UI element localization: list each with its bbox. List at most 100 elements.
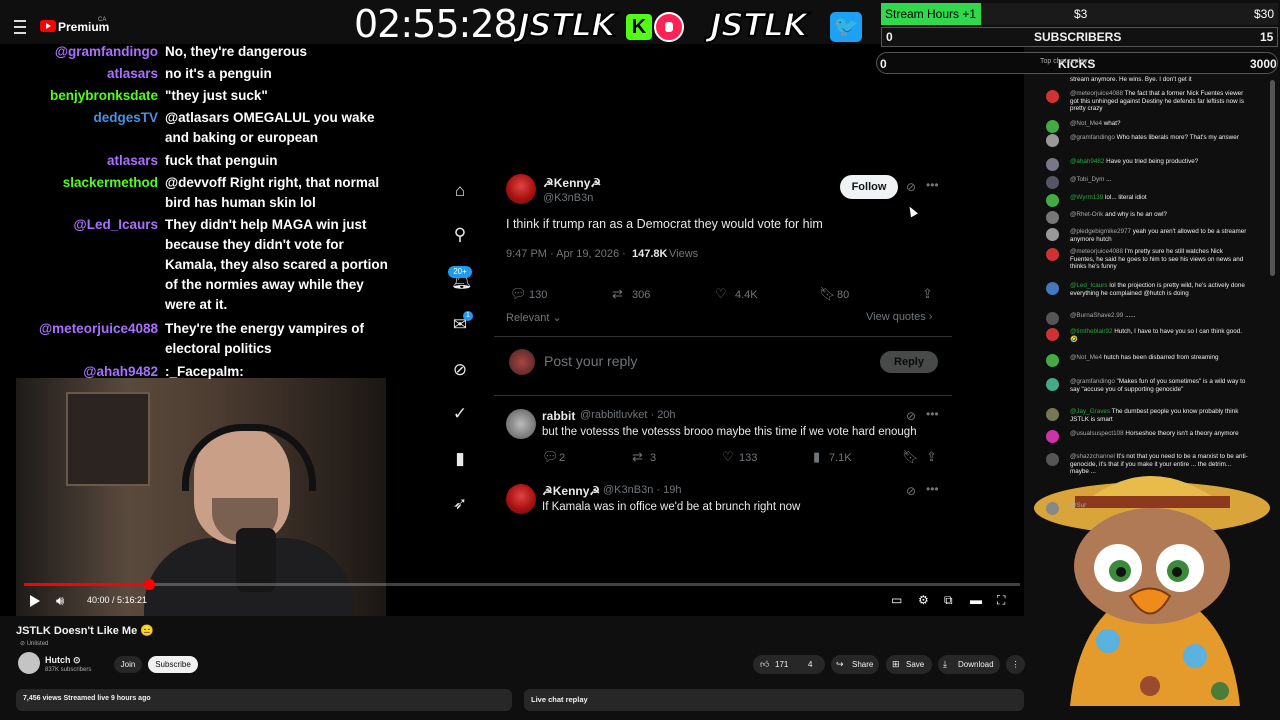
fullscreen-icon[interactable]: ⛶	[997, 593, 1005, 608]
verified-icon[interactable]: ✓	[451, 405, 469, 423]
avatar[interactable]	[506, 409, 536, 439]
chat-author[interactable]: @Jay_Graves	[1070, 408, 1110, 415]
chat-author[interactable]: @shazzchannel	[1070, 453, 1115, 460]
avatar[interactable]	[1046, 248, 1059, 261]
avatar[interactable]	[1046, 158, 1059, 171]
avatar[interactable]	[1046, 354, 1059, 367]
settings-icon[interactable]: ⚙	[918, 593, 929, 607]
avatar[interactable]	[1046, 211, 1059, 224]
chat-author[interactable]: @pledgebigmike2977	[1070, 228, 1131, 235]
share-icon: ↪	[836, 659, 844, 669]
like-count[interactable]: 171	[775, 660, 788, 669]
sort-replies-dropdown[interactable]: Relevant ⌄	[506, 311, 562, 324]
youtube-logo-icon[interactable]	[40, 20, 56, 32]
chat-author[interactable]: @Rhet-Orik	[1070, 211, 1103, 218]
chat-author[interactable]: @Wyrm139	[1070, 194, 1103, 201]
share-icon[interactable]: ⇪	[922, 286, 933, 302]
chat-author[interactable]: @usualsuspect108	[1070, 430, 1124, 437]
live-chat-replay-bar[interactable]	[524, 689, 1024, 711]
more-icon[interactable]: •••	[926, 178, 939, 192]
bookmark-icon[interactable]: ▮	[451, 450, 469, 468]
like-icon[interactable]: 👍︎	[760, 659, 769, 670]
reply-icon[interactable]: 💬︎	[542, 449, 559, 465]
chat-author[interactable]: @timtheblair92	[1070, 328, 1112, 335]
channel-name[interactable]: Hutch ⊙	[45, 655, 81, 666]
avatar[interactable]	[1046, 408, 1059, 421]
scrubber-handle[interactable]	[144, 579, 155, 590]
stream-timer: 02:55:28	[354, 2, 518, 46]
avatar[interactable]	[1046, 194, 1059, 207]
reply-icon[interactable]: 💬︎	[510, 286, 527, 302]
views-icon[interactable]: ▮	[813, 449, 820, 465]
bookmark-icon[interactable]: 🔖︎	[819, 286, 836, 302]
dislike-count[interactable]: 4	[808, 660, 812, 669]
reply-button[interactable]: Reply	[880, 351, 938, 373]
theater-mode-icon[interactable]: ▬	[970, 593, 982, 607]
bookmark-icon[interactable]: 🔖︎	[902, 449, 919, 465]
avatar[interactable]	[506, 484, 536, 514]
tweet-author-handle[interactable]: @K3nB3n	[543, 192, 593, 204]
avatar[interactable]	[1046, 282, 1059, 295]
avatar[interactable]	[1046, 378, 1059, 391]
chat-author[interactable]: @Not_Me4	[1070, 120, 1102, 127]
avatar[interactable]	[1046, 228, 1059, 241]
repost-icon[interactable]: ⇄	[632, 449, 643, 465]
grok-icon[interactable]: ⊘	[906, 180, 916, 194]
avatar[interactable]	[1046, 430, 1059, 443]
grok-icon[interactable]: ⊘	[451, 361, 469, 379]
avatar[interactable]	[1046, 120, 1059, 133]
avatar[interactable]	[506, 174, 536, 204]
join-button[interactable]: Join	[114, 656, 142, 673]
avatar[interactable]	[1046, 453, 1059, 466]
more-icon[interactable]: •••	[926, 482, 939, 496]
grok-icon[interactable]: ⊘	[906, 484, 916, 498]
miniplayer-icon[interactable]: ⧉	[944, 593, 953, 608]
chat-author[interactable]: @gramfandingo	[1070, 134, 1115, 141]
avatar[interactable]	[1046, 90, 1059, 103]
chat-author[interactable]: @meteorjuice4088	[1070, 90, 1123, 97]
more-icon[interactable]: •••	[926, 407, 939, 421]
chat-author[interactable]: @BurnaShave2.99	[1070, 312, 1123, 319]
avatar[interactable]	[1046, 328, 1059, 341]
like-icon[interactable]: ♡	[715, 286, 727, 302]
menu-icon[interactable]	[14, 20, 26, 34]
chat-author[interactable]: @Tobi_Dym	[1070, 176, 1104, 183]
home-icon[interactable]: ⌂	[451, 182, 469, 200]
reply-input[interactable]: Post your reply	[544, 353, 637, 369]
avatar[interactable]	[18, 652, 40, 674]
more-actions-button[interactable]: ⋮	[1006, 655, 1025, 674]
repost-icon[interactable]: ⇄	[612, 286, 623, 302]
reply-author-handle[interactable]: @K3nB3n · 19h	[603, 484, 681, 496]
subscribe-button[interactable]: Subscribe	[148, 656, 198, 673]
chat-author[interactable]: @gramfandingo	[1070, 378, 1115, 385]
chat-author[interactable]: @Led_Icaurs	[1070, 282, 1108, 289]
chat-scrollbar[interactable]	[1270, 80, 1275, 276]
chat-author[interactable]: @Not_Me4	[1070, 354, 1102, 361]
volume-icon[interactable]: 🔊︎	[56, 593, 64, 609]
share-icon[interactable]: ⇪	[926, 449, 937, 465]
reply-author-name[interactable]: ☭Kenny☭	[542, 484, 600, 498]
chat-author[interactable]: @ahah9482	[1070, 158, 1104, 165]
play-icon[interactable]	[30, 595, 40, 607]
avatar[interactable]	[1046, 176, 1059, 189]
grok-icon[interactable]: ⊘	[906, 409, 916, 423]
chat-mode-dropdown[interactable]: Top chat replay ⌄	[1040, 57, 1095, 65]
chat-message-text: fuck that penguin	[165, 152, 278, 168]
view-quotes-link[interactable]: View quotes ›	[866, 311, 932, 323]
tweet-author-name[interactable]: ☭Kenny☭	[543, 176, 601, 190]
rocket-icon[interactable]: ➶	[451, 495, 469, 513]
chat-author[interactable]: @Sur	[1070, 502, 1086, 509]
avatar[interactable]	[1046, 312, 1059, 325]
avatar[interactable]	[1046, 502, 1059, 515]
avatar[interactable]	[1046, 134, 1059, 147]
subtitles-icon[interactable]: ▭	[891, 593, 902, 607]
follow-button[interactable]: Follow	[840, 175, 898, 199]
like-icon[interactable]: ♡	[722, 449, 734, 465]
reply-author-handle[interactable]: @rabbitluvket · 20h	[580, 409, 676, 421]
search-icon[interactable]: ⚲	[451, 226, 469, 244]
reply-author-name[interactable]: rabbit	[542, 409, 575, 423]
chat-author[interactable]: @meteorjuice4088	[1070, 248, 1123, 255]
progress-bar[interactable]	[24, 583, 1020, 586]
tweet-timestamp[interactable]: 9:47 PM · Apr 19, 2026 ·	[506, 248, 626, 260]
chat-message-text: "they just suck"	[165, 88, 268, 103]
